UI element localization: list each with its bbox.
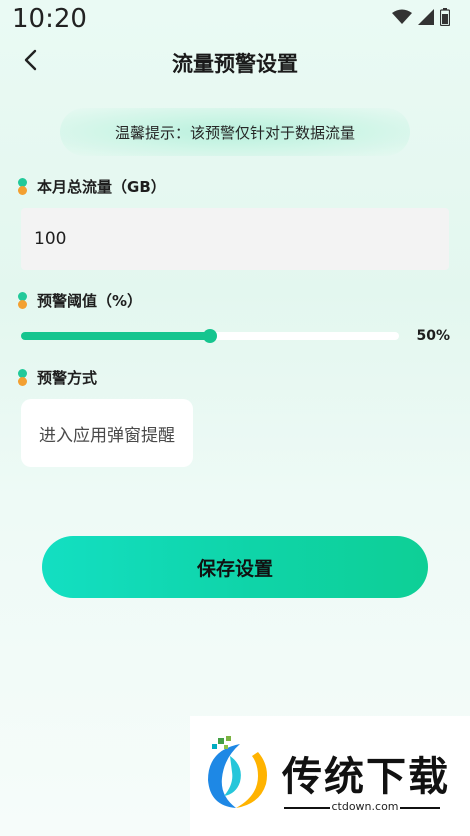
total-flow-label: 本月总流量（GB）: [18, 176, 166, 197]
watermark-title: 传统下载: [282, 754, 450, 800]
dot-icon: [18, 368, 28, 387]
wifi-icon: [392, 9, 412, 29]
method-label-text: 预警方式: [37, 369, 98, 387]
battery-icon: [439, 8, 451, 30]
status-icons: [392, 8, 451, 30]
method-label: 预警方式: [18, 367, 97, 388]
threshold-value: 50%: [416, 328, 450, 344]
tip-banner: 温馨提示：该预警仅针对于数据流量: [60, 108, 410, 156]
save-button[interactable]: 保存设置: [42, 536, 428, 598]
watermark-divider-right: [400, 807, 440, 809]
total-flow-label-text: 本月总流量（GB）: [37, 178, 166, 196]
save-button-label: 保存设置: [196, 557, 273, 580]
slider-thumb[interactable]: [203, 329, 217, 343]
watermark-url: ctdown.com: [331, 800, 399, 813]
dot-icon: [18, 177, 28, 196]
dot-icon: [18, 291, 28, 310]
threshold-label-text: 预警阈值（%）: [37, 292, 143, 310]
method-option-text: 进入应用弹窗提醒: [39, 425, 175, 446]
watermark-divider-left: [284, 807, 330, 809]
status-time: 10:20: [12, 4, 87, 34]
threshold-slider[interactable]: [21, 329, 399, 343]
watermark: 传统下载 ctdown.com: [190, 716, 470, 836]
method-option[interactable]: 进入应用弹窗提醒: [21, 399, 193, 467]
nav-bar: 流量预警设置: [0, 40, 470, 84]
slider-fill: [21, 332, 210, 340]
page-title: 流量预警设置: [172, 52, 298, 76]
signal-icon: [418, 9, 434, 29]
total-flow-input[interactable]: 100: [21, 208, 449, 270]
logo-icon: [200, 736, 274, 812]
total-flow-value: 100: [34, 229, 67, 249]
threshold-label: 预警阈值（%）: [18, 290, 142, 311]
status-bar: 10:20: [0, 0, 470, 40]
tip-text: 温馨提示：该预警仅针对于数据流量: [114, 123, 355, 142]
